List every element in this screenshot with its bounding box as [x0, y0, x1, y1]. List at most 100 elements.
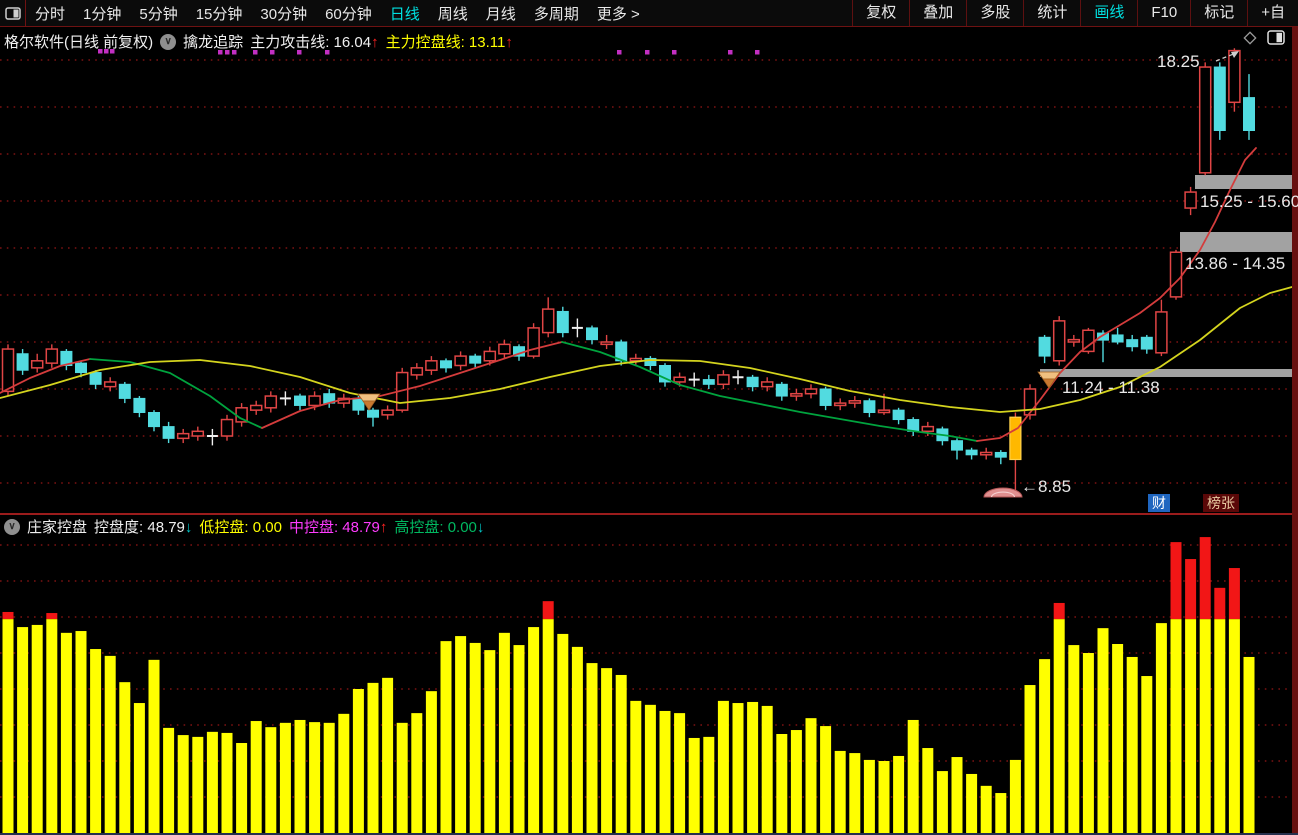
period-item-4[interactable]: 30分钟 — [251, 3, 316, 24]
up-candle-body — [45, 348, 59, 364]
control-bar — [703, 736, 715, 833]
tool-item-5[interactable]: F10 — [1137, 0, 1190, 26]
sub-indicator-panel[interactable] — [0, 515, 1298, 833]
control-bar — [221, 732, 233, 833]
control-bar — [1199, 619, 1211, 833]
tool-item-3[interactable]: 统计 — [1023, 0, 1080, 26]
control-bar — [630, 700, 642, 833]
control-bar-red-top — [1228, 568, 1240, 620]
high-control-down-arrow-icon: ↓ — [476, 519, 485, 536]
control-bar — [1214, 619, 1226, 833]
period-item-2[interactable]: 5分钟 — [130, 3, 186, 24]
tool-item-2[interactable]: 多股 — [966, 0, 1023, 26]
candlestick-canvas[interactable] — [0, 27, 1298, 513]
period-item-7[interactable]: 周线 — [429, 3, 477, 24]
control-bar — [1185, 619, 1197, 833]
control-line-field: 主力控盘线: 13.11↑ — [385, 34, 513, 51]
control-bar — [1053, 619, 1065, 833]
control-bar-red-top — [46, 613, 58, 620]
collapse-indicator-icon[interactable]: ∨ — [160, 33, 177, 50]
up-candle-body — [1169, 251, 1183, 298]
down-candle-body — [16, 353, 29, 371]
control-bar — [352, 689, 364, 833]
control-bar — [163, 727, 175, 833]
down-candle-body — [586, 327, 598, 341]
collapse-sub-icon[interactable]: ∨ — [4, 518, 20, 535]
control-bar — [1097, 628, 1109, 833]
control-bar — [849, 753, 861, 833]
control-bar — [820, 726, 832, 833]
control-bar — [863, 759, 875, 833]
control-bar — [119, 682, 131, 833]
up-candle-body — [381, 409, 394, 416]
up-candle-body — [848, 400, 862, 404]
control-bar — [498, 632, 510, 833]
up-candle-body — [877, 409, 891, 414]
control-bar — [367, 682, 379, 833]
control-bar — [192, 736, 204, 833]
tool-item-4[interactable]: 画线 — [1080, 0, 1137, 26]
control-bar — [148, 659, 160, 833]
control-up-arrow-icon: ↑ — [505, 34, 513, 51]
finance-badge[interactable]: 财 — [1148, 494, 1170, 512]
right-edge-scroll-strip[interactable] — [1292, 27, 1298, 833]
down-candle-body — [1126, 339, 1139, 348]
up-candle-body — [804, 388, 818, 395]
control-bar — [469, 642, 481, 833]
control-bar — [60, 632, 72, 833]
signal-dot — [672, 50, 677, 55]
up-candle-body — [483, 350, 497, 362]
up-candle-body — [1228, 49, 1241, 104]
down-candle-body — [994, 451, 1007, 458]
window-split-icon[interactable] — [0, 0, 26, 26]
main-chart-panel[interactable] — [0, 27, 1298, 513]
up-candle-body — [220, 418, 234, 437]
down-candle-body — [162, 426, 175, 439]
up-candle-body — [1155, 311, 1168, 354]
control-bar — [513, 645, 525, 833]
rank-badge[interactable]: 榜张 — [1203, 494, 1239, 512]
down-candle-body — [294, 395, 306, 406]
low-control-field: 低控盘: 0.00 — [199, 519, 282, 536]
up-candle-body — [527, 327, 540, 357]
control-bar — [17, 627, 29, 833]
control-bars-canvas[interactable] — [0, 515, 1298, 833]
control-bar — [717, 700, 729, 833]
period-item-9[interactable]: 多周期 — [525, 3, 588, 24]
control-bar — [805, 718, 817, 833]
control-bar — [1126, 656, 1138, 833]
main-title-row: 格尔软件(日线 前复权) ∨ 擒龙追踪 主力攻击线: 16.04↑ 主力控盘线:… — [4, 31, 513, 52]
pane-layout-icon[interactable] — [1267, 30, 1285, 45]
tool-item-1[interactable]: 叠加 — [909, 0, 966, 26]
control-bar — [834, 750, 846, 833]
attack-line-field: 主力攻击线: 16.04↑ — [250, 34, 379, 51]
down-candle-body — [965, 449, 978, 456]
control-bar — [411, 713, 423, 833]
zone-label-3: 11.24 - 11.38 — [1062, 378, 1160, 397]
tool-item-6[interactable]: 标记 — [1190, 0, 1247, 26]
tool-item-0[interactable]: 复权 — [852, 0, 909, 26]
mid-control-up-arrow-icon: ↑ — [379, 519, 388, 536]
up-candle-body — [833, 402, 847, 407]
tool-item-7[interactable]: +自 — [1247, 0, 1298, 26]
period-item-6[interactable]: 日线 — [381, 3, 429, 24]
down-candle-body — [819, 388, 832, 406]
up-candle-body — [790, 392, 803, 397]
diamond-marker-icon[interactable] — [1243, 30, 1257, 45]
period-item-0[interactable]: 分时 — [26, 3, 74, 24]
period-item-10[interactable]: 更多 > — [588, 3, 649, 24]
signal-dot — [728, 50, 733, 55]
chart-corner-controls — [1243, 30, 1285, 45]
control-bar — [1039, 659, 1051, 833]
up-candle-body — [308, 395, 321, 407]
period-item-8[interactable]: 月线 — [477, 3, 525, 24]
period-item-1[interactable]: 1分钟 — [74, 3, 130, 24]
period-item-5[interactable]: 60分钟 — [316, 3, 381, 24]
up-candle-body — [1023, 388, 1037, 416]
period-item-3[interactable]: 15分钟 — [187, 3, 252, 24]
control-bar-red-top — [1214, 587, 1226, 620]
control-bar — [601, 668, 613, 833]
control-bar — [674, 713, 686, 833]
control-bar — [893, 755, 905, 833]
control-bar — [761, 705, 773, 833]
